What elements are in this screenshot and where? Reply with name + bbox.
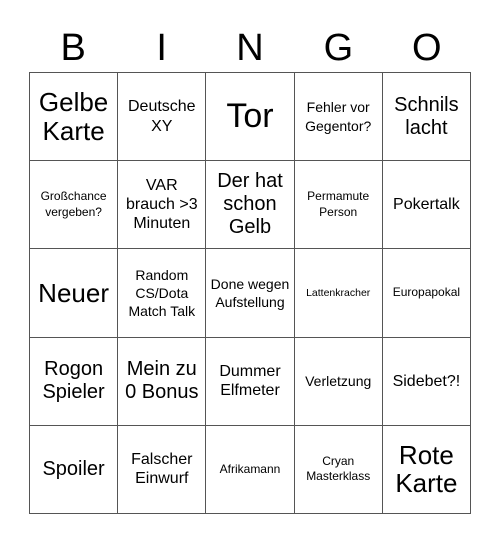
header-letter-b: B	[60, 27, 86, 69]
bingo-cell[interactable]: Tor	[206, 73, 295, 162]
bingo-cell[interactable]: Falscher Einwurf	[118, 425, 207, 514]
bingo-cell[interactable]: Mein zu 0 Bonus	[118, 337, 207, 426]
header-letter-i: I	[156, 27, 167, 69]
bingo-cell[interactable]: Done wegen Aufstellung	[206, 249, 295, 338]
bingo-cell[interactable]: Rogon Spieler	[30, 337, 119, 426]
bingo-cell[interactable]: Verletzung	[294, 337, 383, 426]
bingo-cell[interactable]: Spoiler	[30, 425, 119, 514]
bingo-cell[interactable]: Afrikamann	[206, 425, 295, 514]
bingo-cell[interactable]: Cryan Masterklass	[294, 425, 383, 514]
bingo-cell[interactable]: Pokertalk	[382, 161, 471, 250]
header-letter-o: O	[412, 27, 442, 69]
bingo-cell[interactable]: Schnils lacht	[382, 73, 471, 162]
header-letter-n: N	[236, 27, 264, 69]
bingo-cell[interactable]: Fehler vor Gegentor?	[294, 73, 383, 162]
bingo-cell[interactable]: Lattenkracher	[294, 249, 383, 338]
bingo-cell[interactable]: Random CS/Dota Match Talk	[118, 249, 207, 338]
bingo-cell[interactable]: Europapokal	[382, 249, 471, 338]
bingo-cell[interactable]: Dummer Elfmeter	[206, 337, 295, 426]
bingo-cell[interactable]: Der hat schon Gelb	[206, 161, 295, 250]
bingo-cell[interactable]: VAR brauch >3 Minuten	[118, 161, 207, 250]
bingo-cell[interactable]: Permamute Person	[294, 161, 383, 250]
bingo-cell[interactable]: Gelbe Karte	[30, 73, 119, 162]
bingo-cell[interactable]: Rote Karte	[382, 425, 471, 514]
bingo-header: B I N G O	[29, 24, 471, 72]
header-letter-g: G	[323, 27, 354, 69]
bingo-cell[interactable]: Neuer	[30, 249, 119, 338]
bingo-cell[interactable]: Großchance vergeben?	[30, 161, 119, 250]
bingo-cell[interactable]: Deutsche XY	[118, 73, 207, 162]
bingo-cell[interactable]: Sidebet?!	[382, 337, 471, 426]
bingo-card-grid: Gelbe Karte Deutsche XY Tor Fehler vor G…	[29, 72, 471, 514]
